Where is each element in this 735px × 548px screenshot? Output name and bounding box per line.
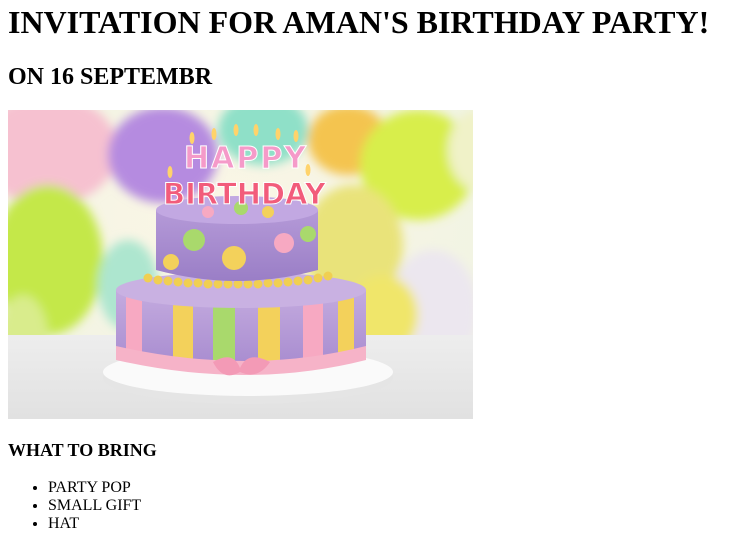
list-item: HAT <box>48 515 141 533</box>
candle-birthday-text: BIRTHDAY <box>163 177 327 211</box>
bring-heading: WHAT TO BRING <box>8 440 157 460</box>
list-item: PARTY POP <box>48 479 141 497</box>
page: INVITATION FOR AMAN'S BIRTHDAY PARTY! ON… <box>0 0 735 548</box>
candle-happy-text: HAPPY <box>184 141 308 176</box>
party-date-heading: ON 16 SEPTEMBR <box>8 64 213 90</box>
birthday-cake-image: HAPPY BIRTHDAY <box>8 110 473 419</box>
bring-list: PARTY POP SMALL GIFT HAT <box>8 479 141 533</box>
list-item: SMALL GIFT <box>48 497 141 515</box>
page-title: INVITATION FOR AMAN'S BIRTHDAY PARTY! <box>8 4 710 40</box>
cake-bottom-tier <box>116 272 366 376</box>
